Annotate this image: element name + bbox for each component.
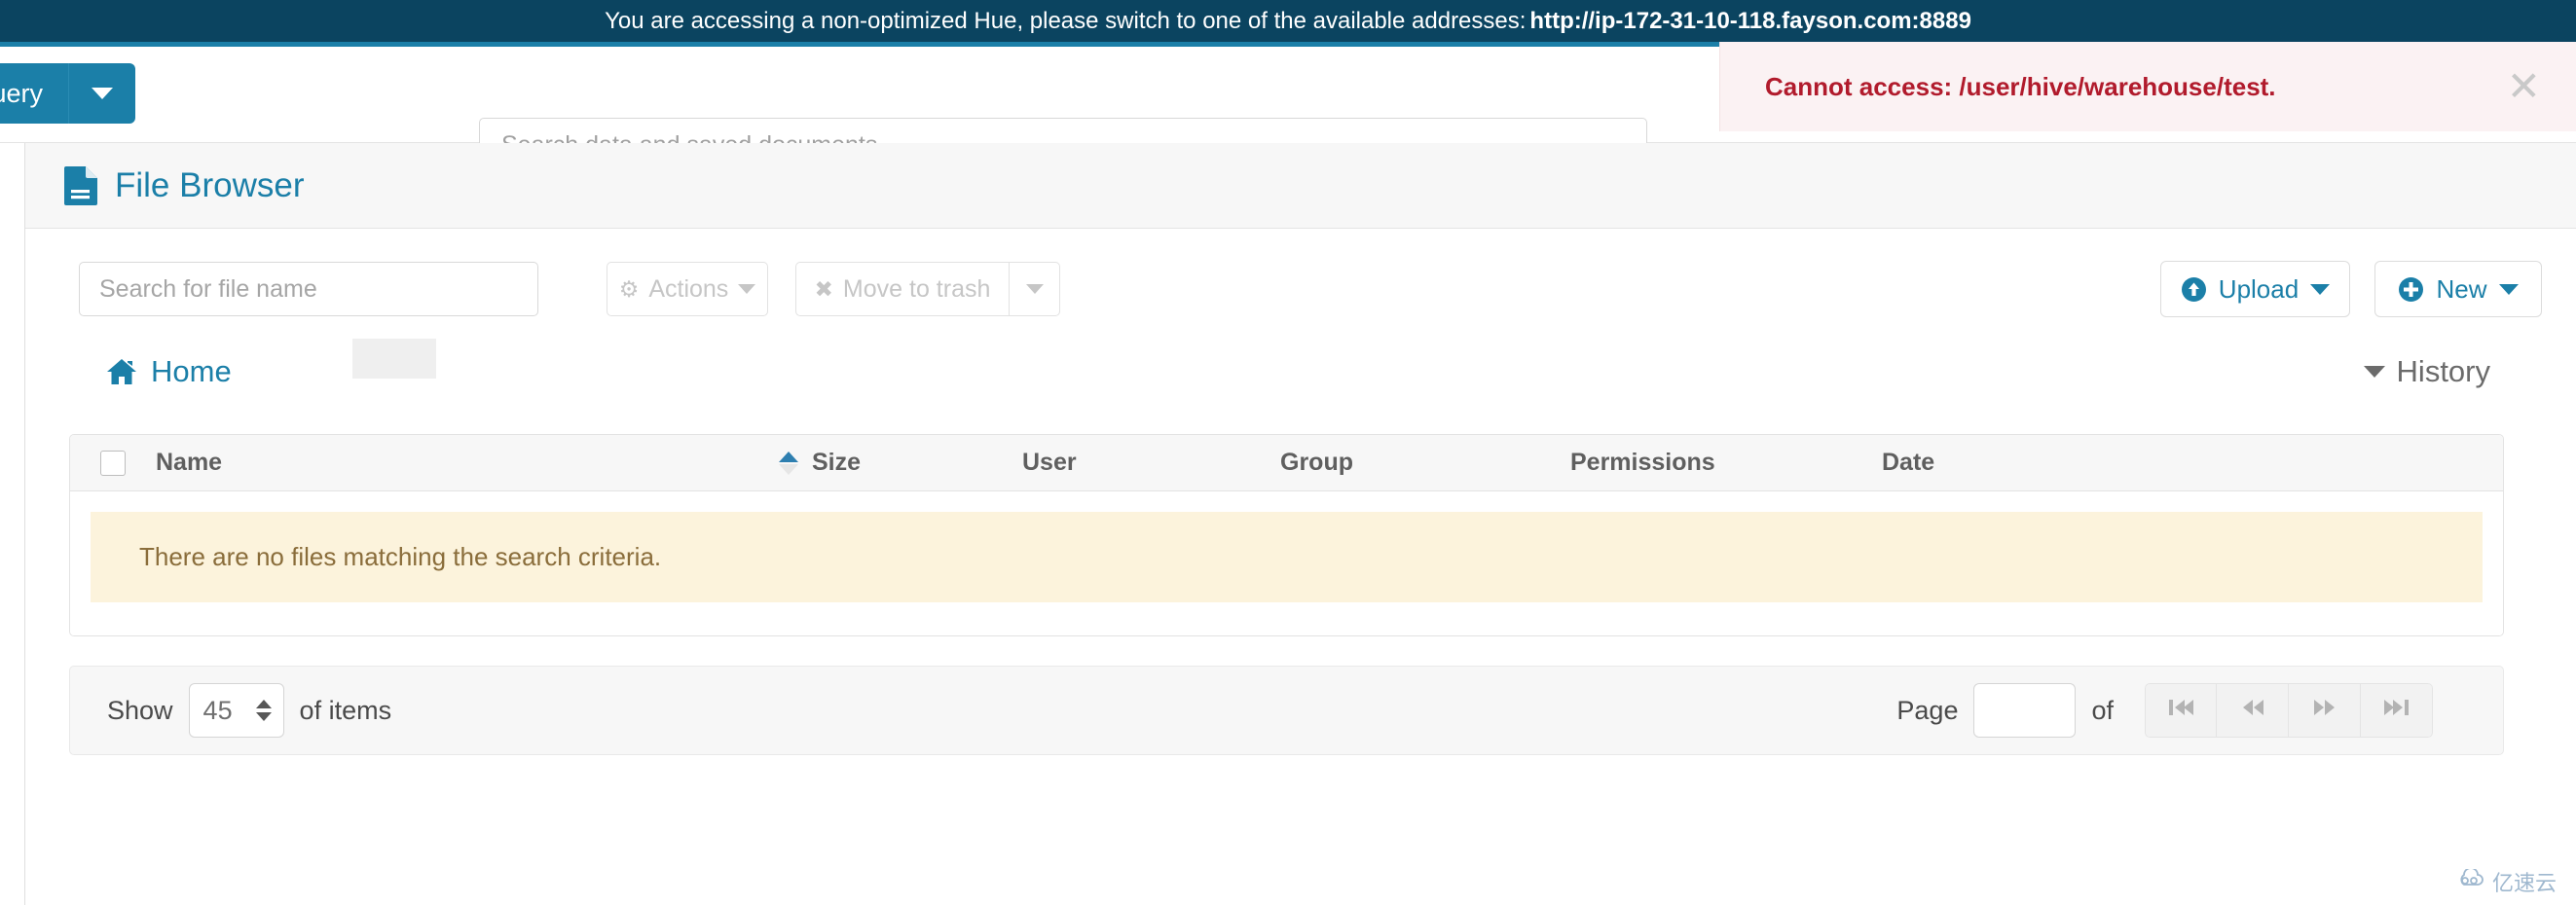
column-header-user[interactable]: User bbox=[1022, 449, 1280, 477]
page-title: File Browser bbox=[64, 143, 304, 229]
caret-down-icon bbox=[2363, 366, 2385, 378]
move-to-trash-button[interactable]: ✖ Move to trash bbox=[795, 262, 1009, 316]
column-header-date[interactable]: Date bbox=[1882, 449, 2174, 477]
column-header-permissions[interactable]: Permissions bbox=[1570, 449, 1882, 477]
page-label: Page bbox=[1896, 695, 1959, 725]
stepper-arrows-icon[interactable] bbox=[255, 700, 272, 721]
column-header-user-label: User bbox=[1022, 449, 1077, 476]
column-header-name-label: Name bbox=[156, 449, 223, 476]
move-to-trash-dropdown-toggle[interactable] bbox=[1009, 262, 1060, 316]
page-size-value: 45 bbox=[202, 695, 233, 725]
upload-button-label: Upload bbox=[2218, 273, 2300, 304]
last-page-icon bbox=[2382, 696, 2411, 725]
chevron-down-icon bbox=[738, 284, 756, 294]
x-mark-icon: ✖ bbox=[814, 275, 833, 302]
page-title-text: File Browser bbox=[115, 166, 305, 204]
close-icon[interactable]: ✕ bbox=[2507, 66, 2541, 107]
page-number-input[interactable] bbox=[1973, 683, 2077, 738]
column-header-size[interactable]: Size bbox=[779, 449, 1022, 477]
app-title-bar: File Browser bbox=[0, 143, 2576, 229]
file-search-input[interactable] bbox=[79, 262, 538, 316]
error-toast-message: Cannot access: /user/hive/warehouse/test… bbox=[1765, 71, 2276, 101]
breadcrumb-path-input[interactable] bbox=[352, 339, 436, 379]
pager-button-group bbox=[2145, 683, 2433, 738]
banner-message: You are accessing a non-optimized Hue, p… bbox=[605, 8, 1527, 34]
column-header-permissions-label: Permissions bbox=[1570, 449, 1715, 476]
left-sidebar-rail bbox=[0, 143, 25, 905]
breadcrumb-item-home[interactable]: Home bbox=[106, 354, 232, 389]
move-to-trash-label: Move to trash bbox=[842, 274, 991, 303]
breadcrumb: Home History bbox=[26, 339, 2576, 420]
history-label: History bbox=[2396, 354, 2490, 388]
non-optimized-hue-banner: You are accessing a non-optimized Hue, p… bbox=[0, 0, 2576, 42]
first-page-button[interactable] bbox=[2145, 683, 2217, 738]
column-header-size-label: Size bbox=[812, 449, 862, 476]
file-browser-content: ⚙ Actions ✖ Move to trash Upload bbox=[26, 230, 2576, 905]
actions-button-label: Actions bbox=[648, 274, 729, 303]
show-label: Show bbox=[107, 695, 173, 725]
sort-ascending-icon bbox=[779, 451, 798, 475]
query-button[interactable]: Query bbox=[0, 63, 68, 124]
page-size-stepper[interactable]: 45 bbox=[188, 683, 284, 738]
new-button[interactable]: New bbox=[2374, 261, 2542, 317]
file-browser-toolbar: ⚙ Actions ✖ Move to trash Upload bbox=[26, 230, 2576, 346]
first-page-icon bbox=[2166, 696, 2195, 725]
upload-button[interactable]: Upload bbox=[2160, 261, 2350, 317]
previous-page-icon bbox=[2238, 696, 2267, 725]
history-toggle[interactable]: History bbox=[2363, 354, 2490, 389]
new-button-label: New bbox=[2436, 273, 2487, 304]
file-document-icon bbox=[64, 166, 97, 205]
chevron-down-icon bbox=[2310, 283, 2331, 295]
next-page-icon bbox=[2310, 696, 2339, 725]
chevron-down-icon bbox=[92, 88, 113, 99]
error-toast: Cannot access: /user/hive/warehouse/test… bbox=[1719, 42, 2576, 131]
page-size-group: Show 45 of items bbox=[107, 683, 391, 738]
next-page-button[interactable] bbox=[2289, 683, 2361, 738]
column-header-name[interactable]: Name bbox=[156, 449, 779, 477]
chevron-down-icon bbox=[1025, 284, 1044, 294]
circle-plus-icon bbox=[2398, 276, 2424, 303]
column-header-group-label: Group bbox=[1280, 449, 1353, 476]
file-list-table: Name Size User Group Permissions Date Th… bbox=[69, 434, 2504, 636]
gear-icon: ⚙ bbox=[618, 275, 640, 302]
breadcrumb-home-label: Home bbox=[151, 354, 232, 388]
query-button-group[interactable]: Query bbox=[0, 63, 135, 124]
select-all-checkbox[interactable] bbox=[100, 450, 126, 476]
empty-state-message: There are no files matching the search c… bbox=[91, 512, 2483, 602]
actions-button[interactable]: ⚙ Actions bbox=[607, 262, 768, 316]
file-list-body: There are no files matching the search c… bbox=[70, 491, 2503, 635]
query-dropdown-toggle[interactable] bbox=[68, 63, 135, 124]
house-icon bbox=[106, 358, 137, 385]
file-list-header-row: Name Size User Group Permissions Date bbox=[70, 435, 2503, 491]
of-items-label: of items bbox=[299, 695, 392, 725]
circle-up-arrow-icon bbox=[2181, 276, 2207, 303]
pagination-footer: Show 45 of items Page of bbox=[69, 666, 2504, 755]
page-navigation-group: Page of bbox=[1896, 683, 2433, 738]
previous-page-button[interactable] bbox=[2217, 683, 2289, 738]
column-header-date-label: Date bbox=[1882, 449, 1935, 476]
last-page-button[interactable] bbox=[2361, 683, 2433, 738]
column-header-group[interactable]: Group bbox=[1280, 449, 1570, 477]
banner-url[interactable]: http://ip-172-31-10-118.fayson.com:8889 bbox=[1529, 8, 1971, 34]
of-label: of bbox=[2091, 695, 2114, 725]
chevron-down-icon bbox=[2498, 283, 2519, 295]
select-all-header-cell bbox=[70, 450, 156, 476]
